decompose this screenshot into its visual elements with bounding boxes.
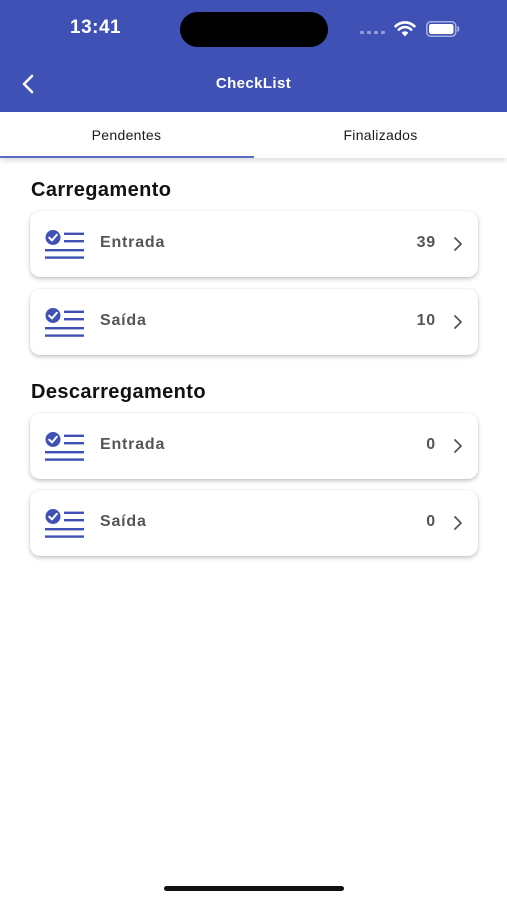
section-title-descarregamento: Descarregamento (31, 381, 206, 403)
battery-icon (426, 21, 460, 37)
list-item-carregamento-saida[interactable]: Saída 10 (30, 289, 478, 355)
checklist-icon (45, 509, 84, 538)
chevron-right-icon (454, 439, 462, 453)
tab-bar: Pendentes Finalizados (0, 112, 507, 158)
list-item-count: 0 (426, 436, 436, 453)
list-item-carregamento-entrada[interactable]: Entrada 39 (30, 211, 478, 277)
wifi-icon (394, 21, 416, 37)
chevron-right-icon (454, 237, 462, 251)
tab-finalizados[interactable]: Finalizados (254, 112, 507, 158)
home-indicator[interactable] (164, 886, 344, 891)
active-tab-indicator (0, 156, 254, 158)
list-item-descarregamento-entrada[interactable]: Entrada 0 (30, 413, 478, 479)
list-item-label: Entrada (100, 234, 166, 251)
list-item-count: 10 (416, 312, 436, 329)
list-item-descarregamento-saida[interactable]: Saída 0 (30, 490, 478, 556)
checklist-icon (45, 230, 84, 259)
dynamic-island (180, 12, 328, 47)
chevron-right-icon (454, 315, 462, 329)
checklist-icon (45, 308, 84, 337)
checklist-icon (45, 432, 84, 461)
chevron-right-icon (454, 516, 462, 530)
list-item-label: Saída (100, 312, 147, 329)
list-item-count: 0 (426, 513, 436, 530)
status-time: 13:41 (70, 17, 122, 38)
list-item-label: Saída (100, 513, 147, 530)
cellular-signal-icon (360, 28, 386, 34)
list-item-count: 39 (416, 234, 436, 251)
app-header: 13:41 CheckList (0, 0, 507, 112)
section-title-carregamento: Carregamento (31, 179, 172, 201)
page-title: CheckList (215, 75, 292, 92)
list-item-label: Entrada (100, 436, 166, 453)
tab-pendentes[interactable]: Pendentes (0, 112, 253, 158)
